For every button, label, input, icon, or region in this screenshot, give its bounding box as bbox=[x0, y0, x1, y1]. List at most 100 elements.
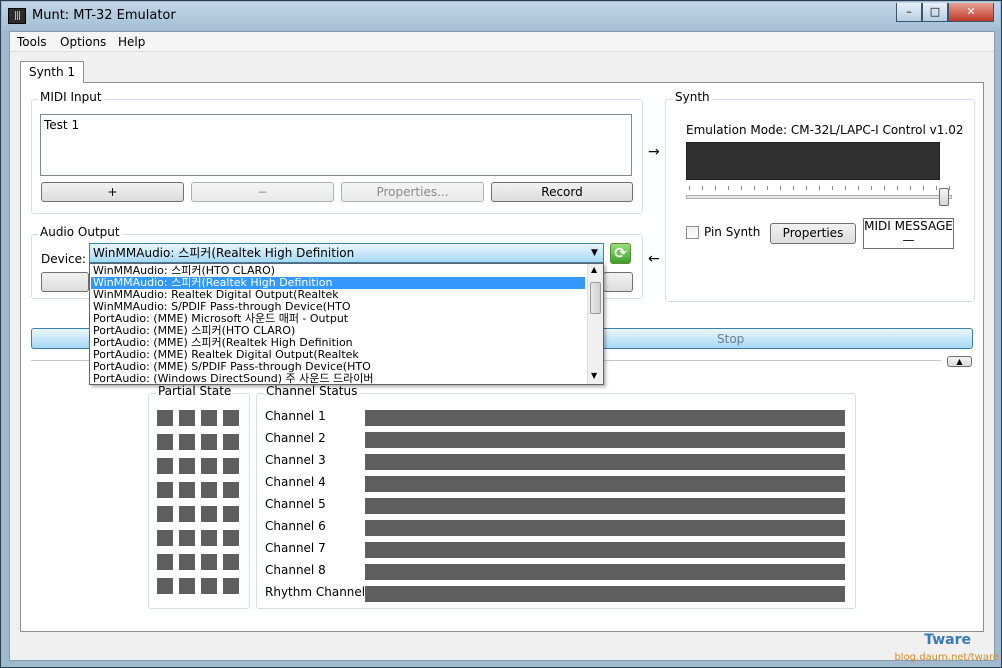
client-area: Tools Options Help MIDI Input Test 1 + −… bbox=[9, 31, 995, 661]
midi-port-item[interactable]: Test 1 bbox=[44, 118, 628, 132]
partial-cell bbox=[179, 506, 195, 522]
app-window: ||| Munt: MT-32 Emulator – □ ✕ Tools Opt… bbox=[0, 0, 1002, 668]
channel-label: Channel 3 bbox=[265, 453, 326, 467]
scroll-up-icon[interactable]: ▲ bbox=[591, 265, 597, 274]
partial-state-grid bbox=[157, 410, 247, 600]
device-dropdown[interactable]: WinMMAudio: 스피커(HTO CLARO) WinMMAudio: 스피… bbox=[89, 263, 604, 385]
slider-tick bbox=[923, 186, 924, 190]
scroll-thumb[interactable] bbox=[590, 282, 601, 314]
channel-activity-bar bbox=[365, 410, 845, 426]
channel-activity-bar bbox=[365, 498, 845, 514]
synth-group-label: Synth bbox=[673, 90, 712, 104]
partial-cell bbox=[201, 578, 217, 594]
channel-activity-bar bbox=[365, 586, 845, 602]
audio-output-label: Audio Output bbox=[38, 225, 122, 239]
partial-cell bbox=[223, 482, 239, 498]
chevron-down-icon[interactable]: ▼ bbox=[586, 244, 603, 262]
partial-cell bbox=[201, 482, 217, 498]
partial-cell bbox=[179, 410, 195, 426]
partial-cell bbox=[157, 410, 173, 426]
device-combo[interactable]: WinMMAudio: 스피커(Realtek High Definition … bbox=[89, 243, 604, 263]
maximize-button[interactable]: □ bbox=[922, 3, 948, 22]
menu-bar: Tools Options Help bbox=[10, 32, 994, 52]
collapse-button[interactable]: ▲ bbox=[947, 356, 972, 367]
channel-label: Rhythm Channel bbox=[265, 585, 366, 599]
partial-cell bbox=[179, 458, 195, 474]
slider-tick bbox=[715, 186, 716, 190]
slider-tick bbox=[832, 186, 833, 190]
pin-synth-checkbox[interactable] bbox=[686, 226, 699, 239]
arrow-left-icon: ← bbox=[648, 251, 660, 267]
slider-tick bbox=[897, 186, 898, 190]
midi-message-display: MIDI MESSAGE — bbox=[863, 218, 954, 249]
partial-cell bbox=[201, 458, 217, 474]
slider-tick bbox=[767, 186, 768, 190]
partial-cell bbox=[157, 530, 173, 546]
partial-cell bbox=[179, 554, 195, 570]
tab-synth-1-label: Synth 1 bbox=[28, 65, 76, 79]
channel-label: Channel 8 bbox=[265, 563, 326, 577]
close-button[interactable]: ✕ bbox=[948, 3, 994, 22]
partial-cell bbox=[157, 578, 173, 594]
channel-label: Channel 4 bbox=[265, 475, 326, 489]
partial-cell bbox=[223, 578, 239, 594]
audio-output-button-right[interactable] bbox=[603, 272, 633, 292]
channel-activity-bar bbox=[365, 432, 845, 448]
midi-input-label: MIDI Input bbox=[38, 90, 104, 104]
device-option[interactable]: WinMMAudio: S/PDIF Pass-through Device(H… bbox=[91, 301, 585, 313]
partial-cell bbox=[223, 554, 239, 570]
refresh-icon[interactable]: ⟳ bbox=[610, 243, 631, 264]
midi-properties-button[interactable]: Properties... bbox=[341, 182, 484, 202]
device-option[interactable]: WinMMAudio: Realtek Digital Output(Realt… bbox=[91, 289, 585, 301]
dropdown-scrollbar[interactable]: ▲ ▼ bbox=[587, 264, 603, 384]
lcd-display bbox=[686, 142, 940, 180]
menu-options[interactable]: Options bbox=[60, 35, 106, 49]
slider-tick bbox=[702, 186, 703, 190]
slider-tick bbox=[858, 186, 859, 190]
device-option[interactable]: PortAudio: (Windows DirectSound) 주 사운드 드… bbox=[91, 373, 585, 385]
menu-tools[interactable]: Tools bbox=[17, 35, 47, 49]
remove-midi-port-button[interactable]: − bbox=[191, 182, 334, 202]
partial-cell bbox=[223, 458, 239, 474]
device-option[interactable]: PortAudio: (MME) Microsoft 사운드 매퍼 - Outp… bbox=[91, 313, 585, 325]
device-option[interactable]: PortAudio: (MME) 스피커(Realtek High Defini… bbox=[91, 337, 585, 349]
tab-synth-1[interactable]: Synth 1 bbox=[20, 61, 84, 83]
slider-tick bbox=[871, 186, 872, 190]
minimize-button[interactable]: – bbox=[896, 3, 922, 22]
channel-label: Channel 1 bbox=[265, 409, 326, 423]
menu-help[interactable]: Help bbox=[118, 35, 145, 49]
slider-tick bbox=[780, 186, 781, 190]
scroll-down-icon[interactable]: ▼ bbox=[591, 371, 597, 380]
device-combo-value: WinMMAudio: 스피커(Realtek High Definition bbox=[93, 246, 355, 260]
channel-status-list: Channel 1 Channel 2 Channel 3 Channel 4 Chan… bbox=[265, 407, 850, 607]
device-option[interactable]: PortAudio: (MME) 스피커(HTO CLARO) bbox=[91, 325, 585, 337]
device-option[interactable]: PortAudio: (MME) S/PDIF Pass-through Dev… bbox=[91, 361, 585, 373]
device-option[interactable]: WinMMAudio: 스피커(Realtek High Definition bbox=[91, 277, 585, 289]
arrow-right-icon: → bbox=[648, 144, 660, 160]
device-option[interactable]: WinMMAudio: 스피커(HTO CLARO) bbox=[91, 265, 585, 277]
stop-label: Stop bbox=[717, 332, 745, 346]
partial-cell bbox=[223, 530, 239, 546]
record-button[interactable]: Record bbox=[491, 182, 633, 202]
pin-synth-label: Pin Synth bbox=[704, 225, 761, 239]
slider-tick bbox=[884, 186, 885, 190]
volume-slider[interactable] bbox=[686, 186, 952, 212]
volume-slider-thumb[interactable] bbox=[939, 188, 949, 206]
slider-tick bbox=[793, 186, 794, 190]
add-midi-port-button[interactable]: + bbox=[41, 182, 184, 202]
partial-cell bbox=[223, 506, 239, 522]
window-title: Munt: MT-32 Emulator bbox=[32, 8, 176, 23]
channel-activity-bar bbox=[365, 454, 845, 470]
audio-output-button-left[interactable] bbox=[41, 272, 89, 292]
midi-port-list[interactable]: Test 1 bbox=[40, 114, 632, 176]
device-option[interactable]: PortAudio: (MME) Realtek Digital Output(… bbox=[91, 349, 585, 361]
app-icon: ||| bbox=[8, 8, 26, 24]
title-bar[interactable]: ||| Munt: MT-32 Emulator – □ ✕ bbox=[2, 2, 1000, 30]
partial-cell bbox=[201, 434, 217, 450]
emulation-mode-text: Emulation Mode: CM-32L/LAPC-I Control v1… bbox=[686, 123, 964, 137]
slider-tick bbox=[949, 186, 950, 190]
slider-tick bbox=[910, 186, 911, 190]
synth-properties-button[interactable]: Properties bbox=[770, 223, 856, 244]
slider-tick bbox=[936, 186, 937, 190]
slider-tick bbox=[741, 186, 742, 190]
